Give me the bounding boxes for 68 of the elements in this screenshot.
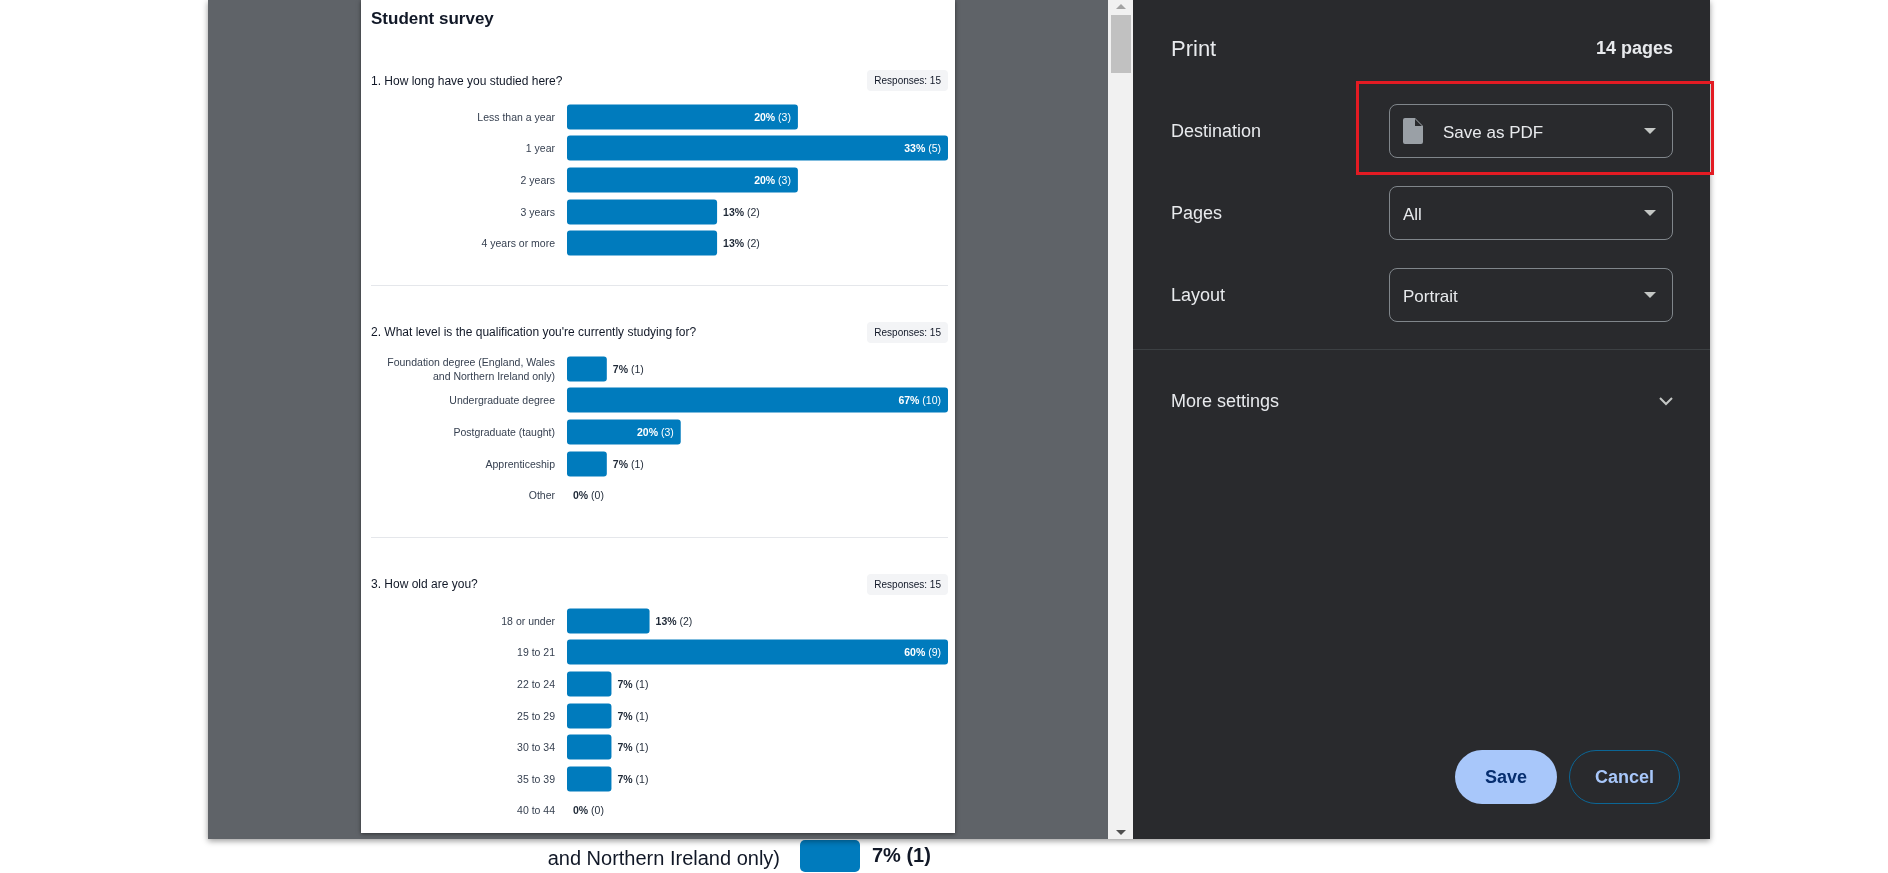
category-label: 19 to 21: [516, 645, 555, 660]
value-label: 33% (5): [904, 142, 941, 155]
category-label: 35 to 39: [516, 771, 555, 786]
bar: [567, 451, 607, 477]
category-label: 3 years: [519, 204, 555, 219]
setting-label: Pages: [1171, 201, 1223, 225]
category-label: 18 or under: [500, 613, 555, 628]
survey-title: Student survey: [371, 8, 495, 30]
question-text: 2. What level is the qualification you're currently studying for?: [371, 324, 697, 342]
dropdown[interactable]: Portrait: [1389, 268, 1673, 322]
value-label: 13% (2): [723, 205, 760, 218]
value-label: 7% (1): [872, 843, 931, 868]
dialog-title: Print: [1171, 34, 1217, 63]
responses-badge: Responses: 15: [867, 573, 948, 595]
value-label: 7% (1): [612, 362, 644, 375]
category-label: 22 to 24: [516, 676, 555, 691]
value-label: 60% (9): [904, 646, 941, 659]
bar: [567, 734, 612, 760]
category-label: 30 to 34: [516, 740, 555, 755]
dropdown[interactable]: All: [1389, 186, 1673, 240]
value-label: 7% (1): [612, 457, 644, 470]
document-icon: [1403, 118, 1423, 144]
category-label: 4 years or more: [480, 236, 555, 251]
bar: [567, 703, 612, 728]
save-button[interactable]: Save: [1454, 750, 1557, 804]
value-label: 13% (2): [655, 614, 693, 627]
scroll-up-icon[interactable]: [1114, 3, 1127, 10]
caret-icon: [1644, 128, 1656, 134]
setting-label: Layout: [1171, 283, 1226, 307]
category-label: Less than a year: [476, 109, 555, 124]
more-settings-row[interactable]: More settings: [1133, 376, 1710, 426]
scrollbar[interactable]: [1108, 0, 1133, 839]
category-label: 1 year: [524, 141, 555, 156]
category-label: Apprenticeship: [484, 456, 555, 471]
value-label: 67% (10): [898, 394, 941, 407]
bar: [567, 766, 612, 792]
value-label: 7% (1): [617, 677, 649, 690]
category-label: 25 to 29: [516, 708, 555, 723]
value-label: 7% (1): [617, 741, 649, 754]
value-label: 20% (3): [636, 425, 674, 438]
page-count: 14 pages: [1595, 36, 1673, 60]
caret-icon: [1644, 292, 1656, 298]
responses-badge: Responses: 15: [867, 70, 948, 91]
bar: [567, 671, 612, 697]
category-label: Undergraduate degree: [448, 393, 555, 408]
setting-label: Destination: [1171, 119, 1262, 143]
category-label: and Northern Ireland only): [546, 846, 780, 870]
scrollbar-thumb[interactable]: [1110, 15, 1131, 73]
bar: [567, 356, 607, 382]
category-label: 40 to 44: [516, 803, 555, 818]
dropdown[interactable]: Save as PDF: [1389, 104, 1673, 158]
value-label: 7% (1): [617, 709, 649, 722]
category-label: Foundation degree (England, Wales and Northern Ireland only): [386, 354, 555, 383]
responses-badge: Responses: 15: [867, 321, 948, 343]
category-label: 2 years: [519, 173, 555, 187]
caret-icon: [1644, 210, 1656, 216]
scroll-down-icon[interactable]: [1114, 829, 1127, 836]
value-label: 20% (3): [754, 110, 791, 123]
question-text: 3. How old are you?: [371, 576, 478, 594]
question-text: 1. How long have you studied here?: [371, 72, 563, 90]
bar: [800, 840, 860, 872]
category-label: Other: [527, 488, 555, 503]
value-label: 20% (3): [754, 174, 791, 186]
value-label: 13% (2): [723, 237, 760, 250]
value-label: 7% (1): [617, 772, 649, 785]
category-label: Postgraduate (taught): [452, 424, 555, 439]
value-label: 0% (0): [573, 804, 604, 817]
value-label: 0% (0): [573, 489, 604, 502]
